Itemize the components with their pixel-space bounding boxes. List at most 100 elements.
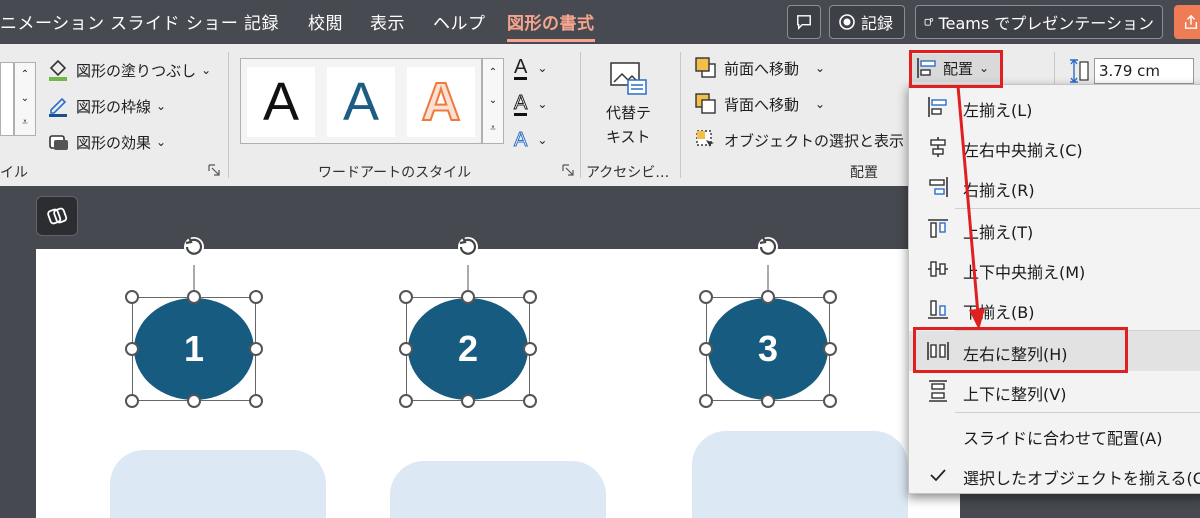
shape-oval-2[interactable]: 2 — [408, 298, 528, 400]
resize-handle-w[interactable] — [125, 342, 139, 356]
teams-icon — [924, 18, 934, 26]
alt-text-button[interactable]: 代替テ キスト — [594, 56, 666, 156]
annotation-arrow — [956, 85, 985, 330]
share-icon — [1184, 14, 1198, 29]
resize-handle-n[interactable] — [187, 290, 201, 304]
rounded-rectangle-3[interactable] — [692, 431, 908, 518]
send-backward-label: 背面へ移動 — [724, 95, 800, 114]
resize-handle-nw[interactable] — [125, 290, 139, 304]
resize-handle-ne[interactable] — [523, 290, 537, 304]
shape-gallery-scroll[interactable]: ⌃ ⌄ ⩡ — [14, 62, 36, 136]
shape-effects-label: 図形の効果 — [76, 133, 152, 152]
chevron-down-icon: ⌄ — [156, 135, 167, 149]
wordart-style-blue[interactable]: A — [327, 67, 395, 137]
bring-forward-icon — [695, 57, 716, 78]
wordart-gallery-scroll[interactable]: ⌃ ⌄ ⩡ — [482, 58, 504, 144]
slide-canvas[interactable]: 1 2 3 — [36, 236, 960, 518]
text-effects-icon: A — [513, 129, 528, 151]
chevron-down-icon: ⌄ — [537, 97, 548, 111]
bring-forward-label: 前面へ移動 — [724, 59, 800, 78]
resize-handle-e[interactable] — [249, 342, 263, 356]
resize-handle-se[interactable] — [249, 394, 263, 408]
selection-pane-button[interactable]: オブジェクトの選択と表示 — [694, 128, 904, 152]
paint-bucket-icon — [49, 59, 67, 81]
wordart-gallery[interactable]: A A A — [240, 58, 482, 144]
chevron-down-icon: ⌄ — [537, 133, 548, 147]
pencil-icon — [49, 97, 67, 117]
arrange-group-label: 配置 — [850, 165, 878, 181]
shape-outline-button[interactable]: 図形の枠線 ⌄ — [46, 94, 166, 118]
resize-handle-e[interactable] — [823, 342, 837, 356]
resize-handle-s[interactable] — [461, 394, 475, 408]
shape-oval-3[interactable]: 3 — [708, 298, 828, 400]
text-fill-button[interactable]: A ⌄ — [514, 54, 560, 82]
resize-handle-n[interactable] — [761, 290, 775, 304]
teams-present-button[interactable]: Teams でプレゼンテーション — [915, 5, 1163, 39]
comments-button[interactable] — [787, 5, 821, 39]
rotate-handle-icon[interactable] — [452, 233, 484, 297]
dialog-launcher-icon[interactable] — [208, 164, 220, 176]
text-fill-icon: A — [514, 55, 528, 80]
resize-handle-e[interactable] — [523, 342, 537, 356]
shape-styles-group-label: イル — [0, 165, 28, 181]
shape-fill-button[interactable]: 図形の塗りつぶし ⌄ — [46, 58, 211, 82]
dialog-launcher-icon[interactable] — [562, 164, 574, 176]
tab-record[interactable]: 記録 — [244, 9, 279, 34]
resize-handle-se[interactable] — [523, 394, 537, 408]
record-button[interactable]: 記録 — [829, 5, 905, 39]
text-effects-button[interactable]: A ⌄ — [513, 126, 560, 154]
height-control: 3.79 cm — [1068, 58, 1194, 84]
resize-handle-nw[interactable] — [699, 290, 713, 304]
resize-handle-ne[interactable] — [249, 290, 263, 304]
resize-handle-sw[interactable] — [699, 394, 713, 408]
resize-handle-nw[interactable] — [399, 290, 413, 304]
resize-handle-ne[interactable] — [823, 290, 837, 304]
rounded-rectangle-2[interactable] — [390, 461, 606, 518]
record-icon — [839, 14, 855, 30]
resize-handle-s[interactable] — [761, 394, 775, 408]
menu-item-align-selected-objects[interactable]: 選択したオブジェクトを揃える(O) — [909, 455, 1200, 495]
shape-fill-label: 図形の塗りつぶし — [76, 61, 197, 80]
menu-item-distribute-vertically[interactable]: 上下に整列(V) — [909, 371, 1200, 411]
chevron-down-icon: ⌄ — [537, 61, 548, 75]
text-outline-icon: A — [513, 91, 528, 116]
shape-outline-label: 図形の枠線 — [76, 97, 152, 116]
checkmark-icon — [930, 469, 946, 482]
tab-help[interactable]: ヘルプ — [433, 9, 486, 34]
resize-handle-w[interactable] — [699, 342, 713, 356]
tab-review[interactable]: 校閲 — [308, 9, 343, 34]
shape-style-gallery-partial[interactable] — [0, 62, 14, 136]
bring-forward-button[interactable]: 前面へ移動 ⌄ — [694, 56, 825, 80]
wordart-style-black[interactable]: A — [247, 67, 315, 137]
menu-item-align-to-slide[interactable]: スライドに合わせて配置(A) — [909, 415, 1200, 455]
resize-handle-s[interactable] — [187, 394, 201, 408]
resize-handle-sw[interactable] — [125, 394, 139, 408]
wordart-style-orange-outline[interactable]: A — [407, 67, 475, 137]
shape-oval-1[interactable]: 1 — [134, 298, 254, 400]
comment-icon — [797, 15, 811, 30]
rotate-handle-icon[interactable] — [752, 233, 784, 297]
accessibility-group-label: アクセシビ… — [586, 165, 670, 181]
send-backward-button[interactable]: 背面へ移動 ⌄ — [694, 92, 825, 116]
selection-pane-icon — [696, 130, 714, 147]
resize-handle-se[interactable] — [823, 394, 837, 408]
tab-slideshow[interactable]: スライド ショー — [110, 9, 238, 34]
share-button[interactable] — [1174, 5, 1200, 39]
resize-handle-sw[interactable] — [399, 394, 413, 408]
rotate-handle-icon[interactable] — [178, 233, 210, 297]
rounded-rectangle-1[interactable] — [110, 450, 326, 518]
shape-effects-button[interactable]: 図形の効果 ⌄ — [46, 130, 166, 154]
tab-animations[interactable]: ニメーション — [0, 9, 105, 34]
highlight-box-align-button — [909, 50, 1003, 88]
resize-handle-n[interactable] — [461, 290, 475, 304]
height-input[interactable]: 3.79 cm — [1094, 58, 1194, 84]
menu-separator — [955, 412, 1200, 413]
menu-item-label: 選択したオブジェクトを揃える(O) — [963, 469, 1200, 488]
tab-shape-format[interactable]: 図形の書式 — [507, 9, 595, 42]
copilot-button[interactable] — [36, 196, 78, 236]
menu-item-label: 上下に整列(V) — [963, 385, 1067, 404]
tab-view[interactable]: 表示 — [370, 9, 405, 34]
alt-text-label-2: キスト — [606, 128, 651, 146]
text-outline-button[interactable]: A ⌄ — [513, 90, 560, 118]
resize-handle-w[interactable] — [399, 342, 413, 356]
